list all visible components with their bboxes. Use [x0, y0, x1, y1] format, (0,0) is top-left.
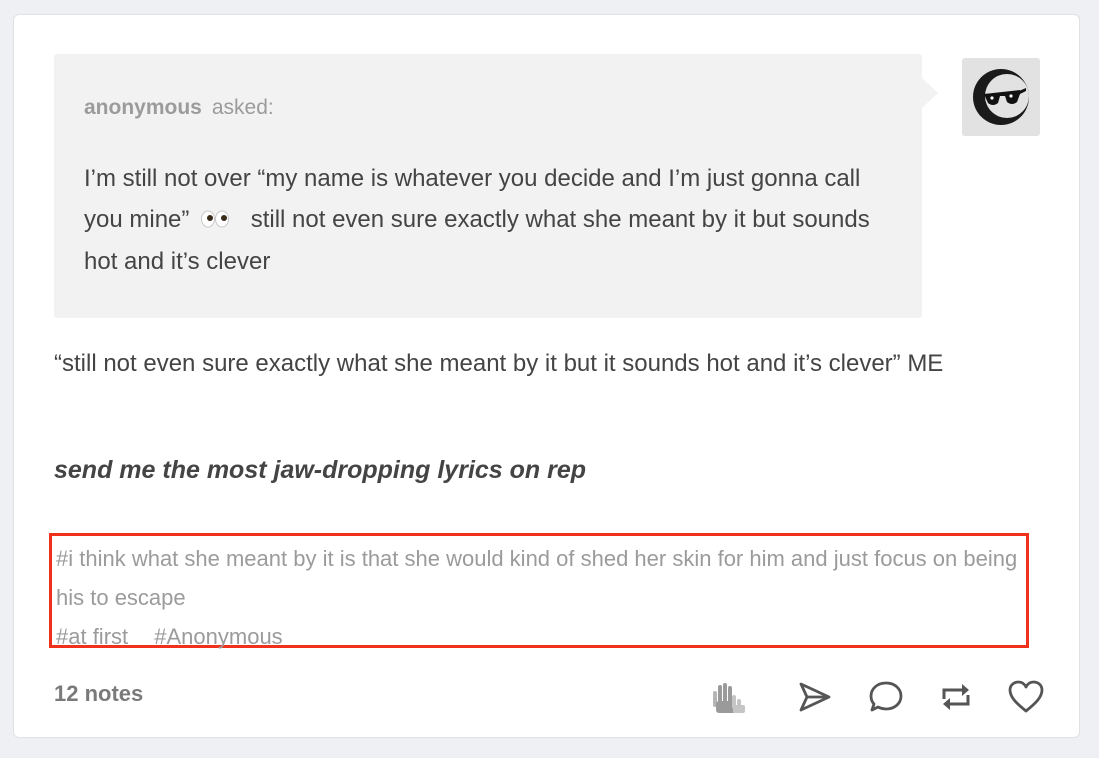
asker-name[interactable]: anonymous — [84, 96, 202, 119]
sunglasses-moon-avatar-icon — [973, 69, 1029, 125]
tags-highlight-box: #i think what she meant by it is that sh… — [49, 533, 1029, 649]
share-icon[interactable] — [792, 675, 836, 719]
post-actions — [704, 675, 1044, 719]
tag-link[interactable]: #at first — [56, 624, 128, 649]
ask-arrow — [922, 78, 938, 108]
eyes-emoji-icon — [200, 200, 230, 241]
answer-cta: send me the most jaw-dropping lyrics on … — [54, 456, 587, 484]
avatar[interactable] — [962, 58, 1040, 136]
tag-link[interactable]: #Anonymous — [154, 624, 282, 649]
clapping-hands-icon[interactable] — [704, 675, 748, 719]
asker-line: anonymous asked: — [84, 96, 274, 120]
post-card: anonymous asked: I’m still not over “my n… — [13, 14, 1080, 738]
reblog-icon[interactable] — [934, 675, 978, 719]
notes-count[interactable]: 12 notes — [54, 681, 143, 707]
heart-icon[interactable] — [1004, 675, 1048, 719]
asked-label: asked: — [211, 96, 274, 119]
tag-link[interactable]: #i think what she meant by it is that sh… — [56, 546, 1017, 610]
answer-text: “still not even sure exactly what she me… — [54, 350, 944, 377]
question-text: I’m still not over “my name is whatever … — [84, 158, 884, 282]
ask-box: anonymous asked: I’m still not over “my n… — [54, 54, 938, 318]
reply-icon[interactable] — [864, 675, 908, 719]
